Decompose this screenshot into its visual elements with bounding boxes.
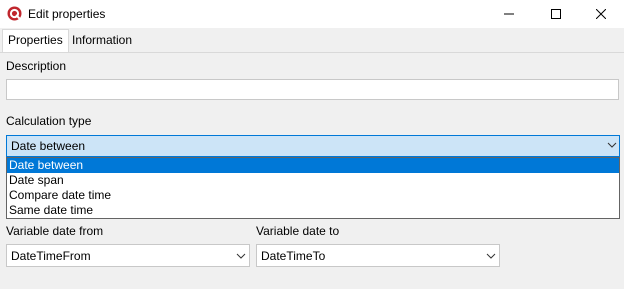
option-same-date-time[interactable]: Same date time (7, 203, 619, 218)
maximize-button[interactable] (533, 0, 579, 28)
option-date-between[interactable]: Date between (7, 158, 619, 173)
chevron-down-icon (486, 253, 496, 259)
chevron-down-icon (236, 253, 246, 259)
variable-date-to-select[interactable]: DateTimeTo (256, 244, 500, 267)
calculation-type-select[interactable]: Date between (6, 135, 620, 157)
variable-date-from-label: Variable date from (6, 224, 104, 238)
tab-information[interactable]: Information (67, 30, 137, 51)
close-button[interactable] (578, 0, 624, 28)
calculation-type-value: Date between (11, 139, 86, 153)
description-label: Description (6, 59, 67, 73)
app-logo-icon (7, 6, 22, 21)
tab-bar: Properties Information (0, 28, 624, 53)
minimize-button[interactable] (486, 0, 532, 28)
calculation-type-dropdown-list: Date between Date span Compare date time… (6, 157, 620, 219)
variable-date-from-select[interactable]: DateTimeFrom (6, 244, 250, 267)
option-compare-date-time[interactable]: Compare date time (7, 188, 619, 203)
variable-date-from-value: DateTimeFrom (11, 249, 91, 263)
title-bar: Edit properties (0, 0, 624, 28)
variable-date-to-label: Variable date to (256, 224, 340, 238)
calculation-type-label: Calculation type (6, 114, 92, 128)
variable-date-to-value: DateTimeTo (261, 249, 326, 263)
minimize-icon (504, 13, 514, 15)
close-icon (596, 9, 606, 19)
description-field[interactable] (6, 79, 619, 100)
tab-properties[interactable]: Properties (2, 29, 69, 52)
option-date-span[interactable]: Date span (7, 173, 619, 188)
maximize-icon (551, 9, 561, 19)
chevron-down-icon (607, 142, 617, 148)
window-title: Edit properties (28, 7, 106, 21)
